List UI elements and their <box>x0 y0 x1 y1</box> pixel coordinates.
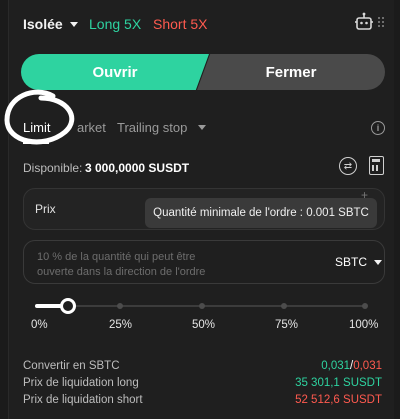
chevron-down-icon <box>374 259 383 265</box>
highlight-scribble <box>4 89 75 145</box>
liq-long-label: Prix de liquidation long <box>23 377 139 389</box>
slider-step-100[interactable] <box>362 303 368 309</box>
slider-step-75[interactable] <box>281 303 287 309</box>
slider-tick-50: 50% <box>192 319 216 331</box>
close-position-button[interactable]: Fermer <box>197 54 385 90</box>
slider-tick-0: 0% <box>31 319 48 331</box>
info-icon[interactable]: i <box>371 121 385 135</box>
tab-trailing-stop[interactable]: Trailing stop <box>117 120 207 135</box>
convert-label: Convertir en SBTC <box>23 360 120 372</box>
liq-long-value: 35 301,1 SUSDT <box>295 377 382 389</box>
price-label: Prix <box>35 202 56 216</box>
transfer-icon[interactable]: ⇄ <box>339 157 357 175</box>
slider-tick-100: 100% <box>349 319 379 331</box>
tab-trailing-label: Trailing stop <box>117 120 188 135</box>
chevron-down-icon <box>198 125 207 130</box>
quantity-placeholder-line-2: ouverte dans la direction de l'ordre <box>37 266 206 278</box>
robot-icon[interactable] <box>355 12 373 32</box>
trade-panel: Isolée Long 5X Short 5X Ouvrir Fermer Li… <box>4 0 394 419</box>
slider-thumb[interactable] <box>60 298 76 314</box>
slider-tick-25: 25% <box>109 319 133 331</box>
convert-long-value: 0,031 <box>321 360 351 372</box>
available-value: 3 000,0000 SUSDT <box>85 161 190 175</box>
short-leverage-button[interactable]: Short 5X <box>153 16 207 32</box>
quantity-unit-label: SBTC <box>335 255 368 269</box>
slider-step-50[interactable] <box>199 303 205 309</box>
quantity-unit-select[interactable]: SBTC <box>335 255 383 269</box>
quantity-placeholder: 10 % de la quantité qui peut être ouvert… <box>37 250 247 280</box>
long-leverage-button[interactable]: Long 5X <box>89 16 141 32</box>
margin-mode-label: Isolée <box>23 16 63 32</box>
convert-values: 0,031/0,031 <box>321 360 382 372</box>
convert-short-value: 0,031 <box>353 360 382 372</box>
calculator-icon[interactable] <box>369 156 384 175</box>
liq-short-label: Prix de liquidation short <box>23 394 143 406</box>
drag-handle-icon[interactable] <box>377 16 385 28</box>
margin-mode-select[interactable]: Isolée <box>23 16 78 32</box>
available-label: Disponible: <box>23 161 83 175</box>
slider-step-25[interactable] <box>117 303 123 309</box>
chevron-down-icon <box>69 21 78 27</box>
quantity-placeholder-line-1: 10 % de la quantité qui peut être <box>37 251 196 263</box>
min-quantity-tooltip: Quantité minimale de l'ordre : 0.001 SBT… <box>145 198 377 228</box>
liq-short-value: 52 512,6 SUSDT <box>295 394 382 406</box>
slider-tick-75: 75% <box>275 319 299 331</box>
